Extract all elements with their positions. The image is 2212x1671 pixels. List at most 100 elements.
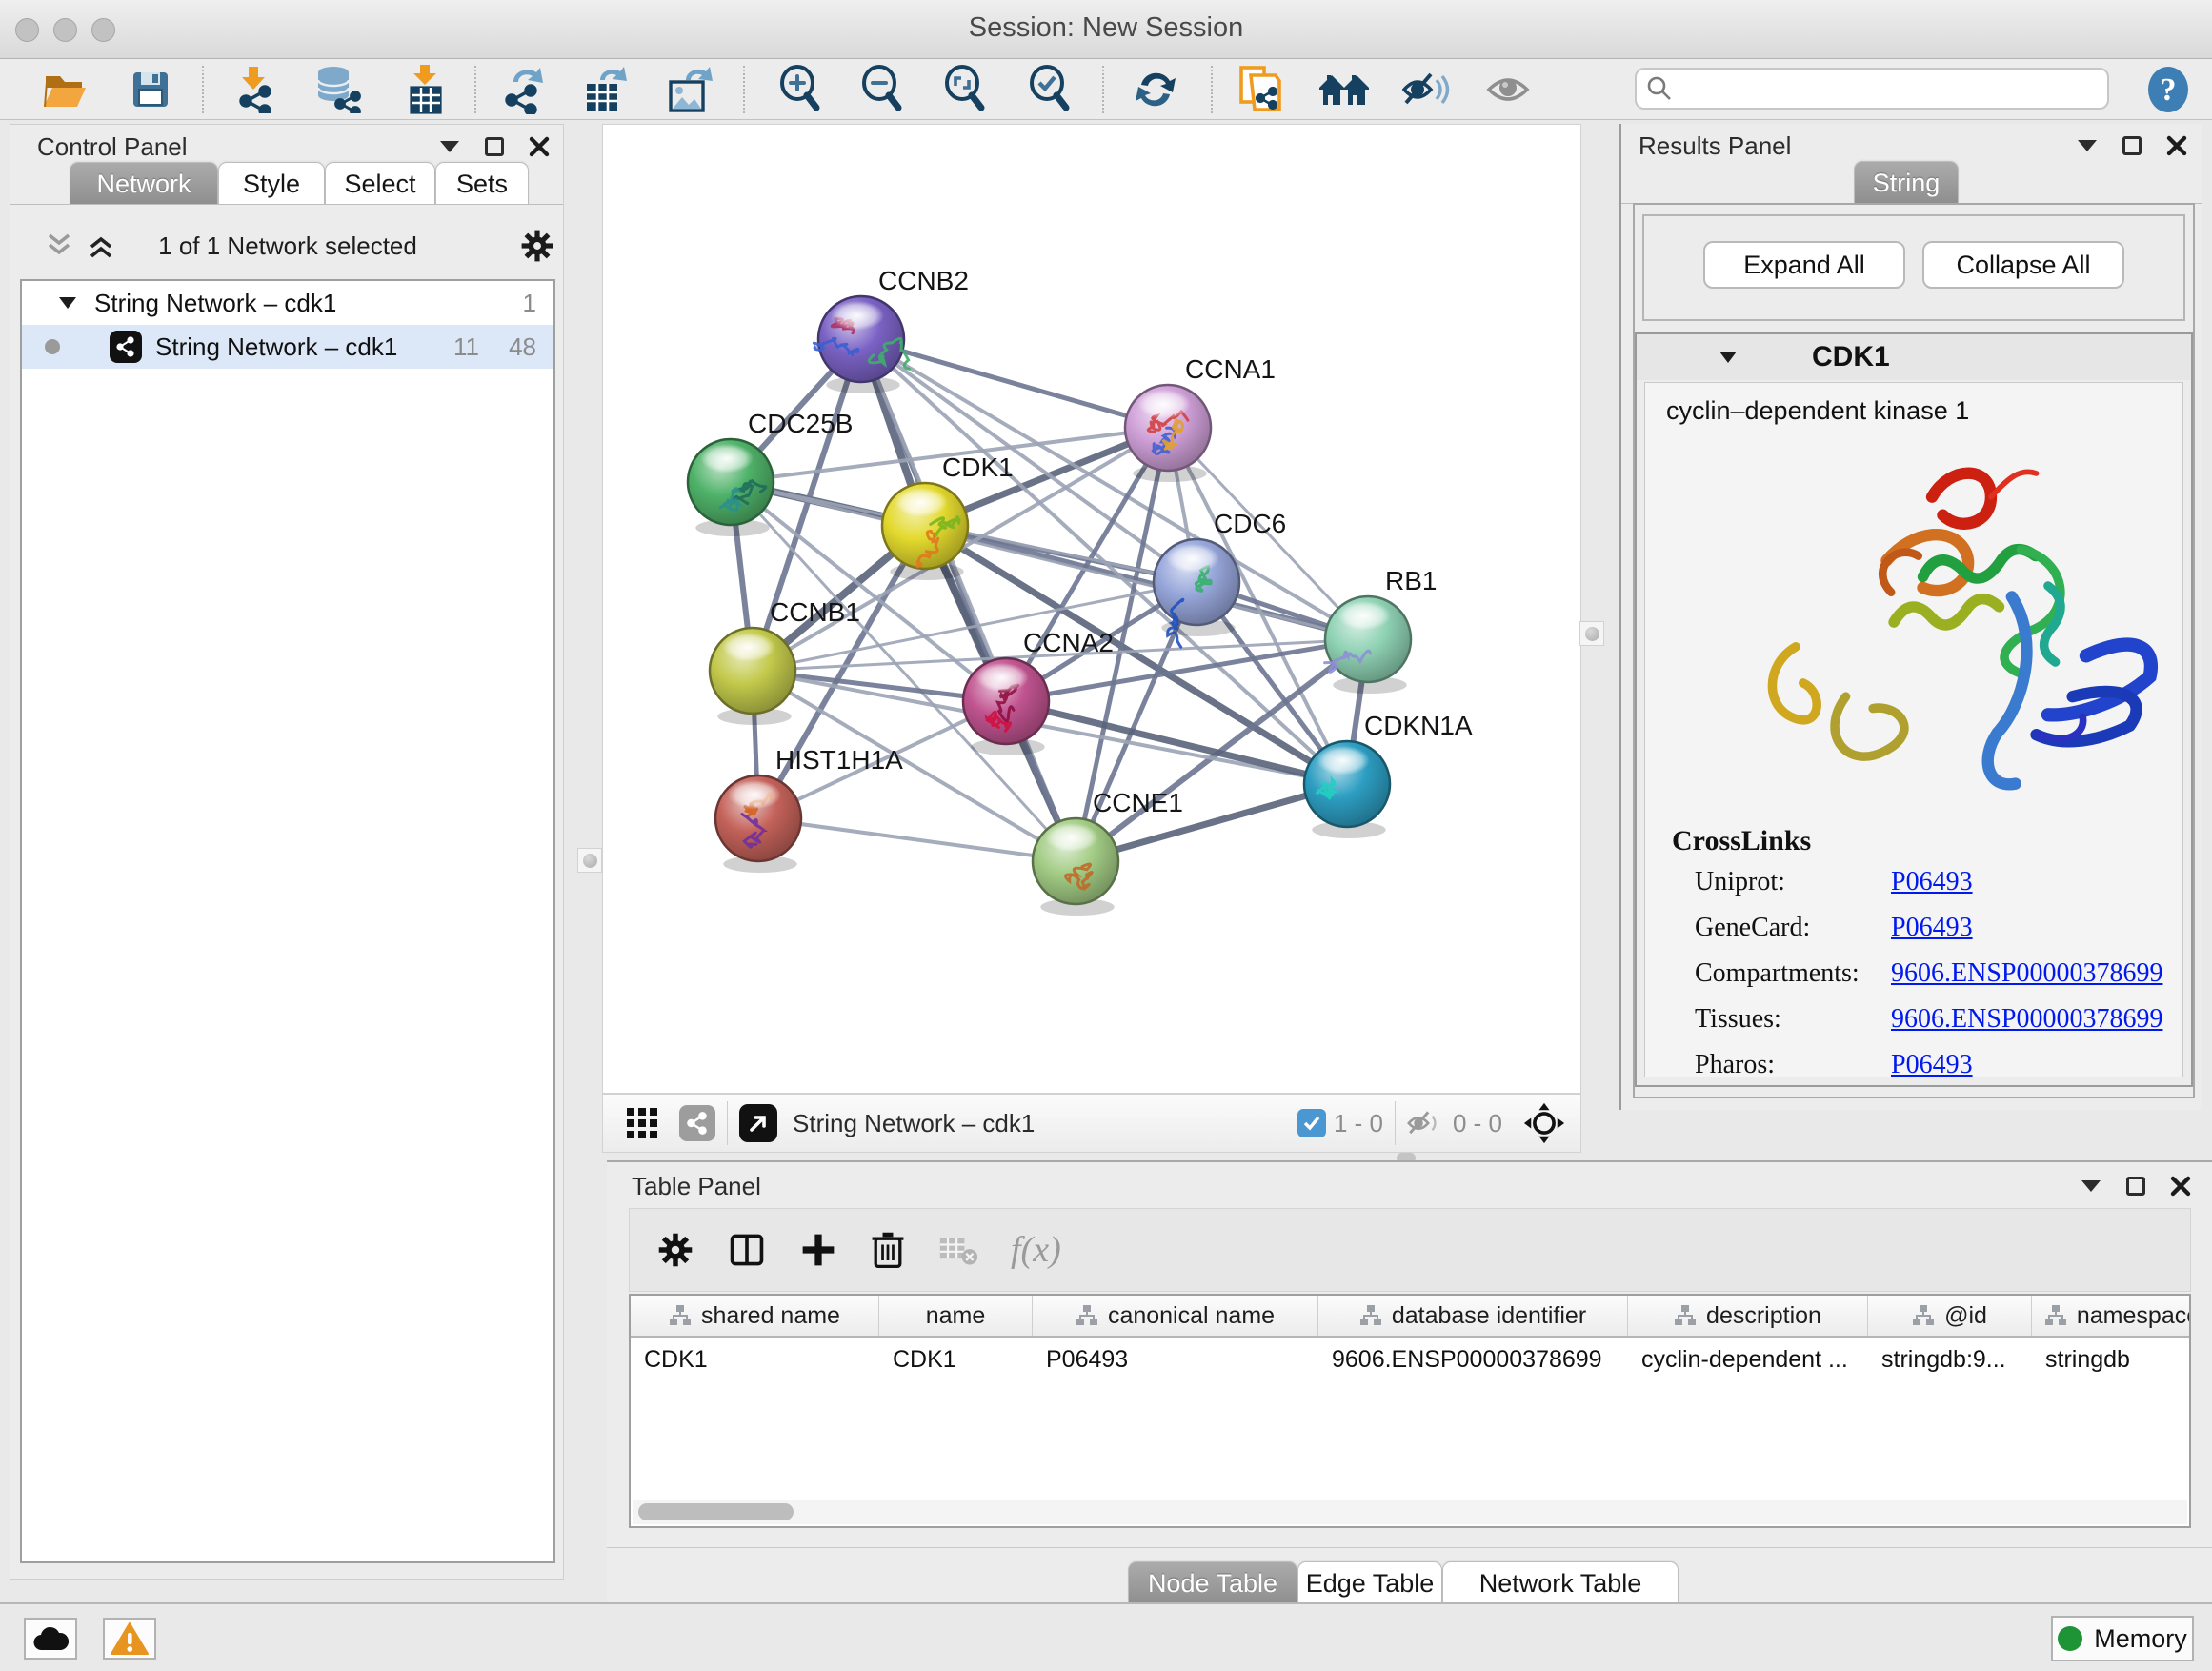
table-cell[interactable]: CDK1 — [879, 1338, 1033, 1381]
tab-network-table[interactable]: Network Table — [1442, 1561, 1679, 1603]
panel-menu-icon[interactable] — [2081, 1179, 2101, 1193]
table-type-tabs: Node Table Edge Table Network Table — [607, 1547, 2212, 1604]
memory-button[interactable]: Memory — [2051, 1616, 2194, 1661]
export-network-button[interactable] — [497, 65, 551, 114]
expand-all-button[interactable]: Expand All — [1703, 241, 1905, 289]
selected-node-edge-count: 1 - 0 — [1334, 1109, 1383, 1138]
crosslink-value-link[interactable]: P06493 — [1891, 867, 1973, 897]
help-button[interactable]: ? — [2142, 65, 2195, 114]
selected-items-checkbox[interactable] — [1297, 1109, 1326, 1137]
zoom-in-button[interactable] — [774, 65, 827, 114]
section-collapse-icon[interactable] — [1719, 351, 1738, 364]
import-table-icon — [402, 65, 448, 114]
float-panel-icon[interactable] — [485, 137, 504, 156]
table-options-gear-icon[interactable] — [656, 1231, 694, 1269]
panel-menu-icon[interactable] — [439, 140, 460, 153]
network-node-CCNA1[interactable] — [1125, 385, 1211, 482]
float-panel-icon[interactable] — [2122, 136, 2142, 155]
network-edge[interactable] — [758, 818, 1076, 861]
show-glass-button[interactable] — [1484, 65, 1538, 114]
clone-network-button[interactable] — [1234, 65, 1287, 114]
network-node-CCNA2[interactable] — [963, 658, 1049, 755]
search-input[interactable] — [1673, 74, 2082, 103]
tab-edge-table[interactable]: Edge Table — [1297, 1561, 1442, 1603]
table-row[interactable]: CDK1CDK1P064939606.ENSP00000378699cyclin… — [631, 1338, 2189, 1381]
table-cell[interactable]: stringdb:9... — [1868, 1338, 2032, 1381]
delete-column-icon[interactable] — [870, 1230, 906, 1270]
zoom-selected-button[interactable] — [1023, 65, 1076, 114]
network-node-CDC6[interactable] — [1154, 539, 1239, 647]
network-node-HIST1H1A[interactable] — [715, 775, 801, 873]
network-node-CDC25B[interactable] — [688, 439, 774, 536]
column-header-name[interactable]: name — [879, 1296, 1033, 1336]
home-button[interactable] — [1317, 65, 1371, 114]
network-node-CCNB1[interactable] — [710, 628, 795, 725]
tab-node-table[interactable]: Node Table — [1128, 1561, 1297, 1603]
table-cell[interactable]: stringdb — [2032, 1338, 2191, 1381]
protein-section-header[interactable]: CDK1 — [1637, 334, 2191, 380]
table-cell[interactable]: CDK1 — [631, 1338, 879, 1381]
column-header-shared-name[interactable]: shared name — [631, 1296, 879, 1336]
collapse-all-icon[interactable] — [45, 232, 73, 260]
tree-expand-icon[interactable] — [58, 296, 77, 310]
show-columns-icon[interactable] — [727, 1231, 767, 1269]
network-node-RB1[interactable] — [1325, 596, 1411, 694]
right-splitter-handle[interactable] — [1579, 621, 1604, 646]
network-options-gear-icon[interactable] — [519, 228, 555, 264]
crosslinks-title: CrossLinks — [1672, 825, 2182, 857]
collapse-all-button[interactable]: Collapse All — [1922, 241, 2124, 289]
string-panel-icon[interactable] — [679, 1105, 715, 1141]
refresh-button[interactable] — [1129, 65, 1182, 114]
expand-all-icon[interactable] — [87, 232, 115, 260]
protein-name: CDK1 — [1812, 341, 1890, 373]
open-file-button[interactable] — [38, 65, 91, 114]
import-table-button[interactable] — [398, 65, 452, 114]
column-header-canonical-name[interactable]: canonical name — [1033, 1296, 1318, 1336]
scrollbar-thumb[interactable] — [638, 1503, 794, 1520]
export-image-button[interactable] — [663, 65, 716, 114]
hide-glass-button[interactable] — [1401, 65, 1455, 114]
crosslink-value-link[interactable]: 9606.ENSP00000378699 — [1891, 1004, 2162, 1035]
network-node-CCNE1[interactable] — [1033, 818, 1118, 916]
network-graph[interactable]: CCNB2CCNA1CDC25BCDK1CDC6RB1CCNB1CCNA2CDK… — [603, 125, 1582, 1095]
table-cell[interactable]: P06493 — [1033, 1338, 1318, 1381]
network-node-CDKN1A[interactable] — [1304, 741, 1390, 838]
save-session-button[interactable] — [124, 65, 177, 114]
crosslink-value-link[interactable]: 9606.ENSP00000378699 — [1891, 958, 2162, 989]
column-header-database-identifier[interactable]: database identifier — [1318, 1296, 1628, 1336]
table-horizontal-scrollbar[interactable] — [633, 1500, 2187, 1524]
tab-select[interactable]: Select — [325, 162, 435, 204]
import-network-button[interactable] — [228, 65, 281, 114]
zoom-fit-button[interactable] — [938, 65, 992, 114]
warnings-button[interactable] — [103, 1618, 156, 1660]
pan-crosshair-icon[interactable] — [1523, 1102, 1565, 1144]
export-table-button[interactable] — [578, 65, 632, 114]
close-panel-icon[interactable] — [2170, 1176, 2191, 1197]
network-collection-row[interactable]: String Network – cdk1 1 — [22, 281, 553, 325]
tab-sets[interactable]: Sets — [435, 162, 529, 204]
cloud-button[interactable] — [24, 1618, 77, 1660]
open-in-new-window-icon[interactable] — [739, 1104, 777, 1142]
table-cell[interactable]: 9606.ENSP00000378699 — [1318, 1338, 1628, 1381]
tab-network[interactable]: Network — [70, 162, 218, 204]
function-builder-icon: f(x) — [1011, 1229, 1061, 1271]
network-canvas[interactable]: CCNB2CCNA1CDC25BCDK1CDC6RB1CCNB1CCNA2CDK… — [602, 124, 1581, 1094]
add-column-icon[interactable] — [799, 1231, 837, 1269]
crosslink-value-link[interactable]: P06493 — [1891, 913, 1973, 943]
import-network-from-database-button[interactable] — [311, 65, 364, 114]
column-header--id[interactable]: @id — [1868, 1296, 2032, 1336]
network-row[interactable]: String Network – cdk1 11 48 — [22, 325, 553, 369]
zoom-out-button[interactable] — [855, 65, 909, 114]
column-header-namespace[interactable]: namespace — [2032, 1296, 2191, 1336]
crosslink-value-link[interactable]: P06493 — [1891, 1050, 1973, 1077]
tab-string-results[interactable]: String — [1854, 161, 1959, 203]
table-cell[interactable]: cyclin-dependent ... — [1628, 1338, 1868, 1381]
panel-menu-icon[interactable] — [2077, 139, 2098, 152]
close-panel-icon[interactable] — [2166, 135, 2187, 156]
column-header-description[interactable]: description — [1628, 1296, 1868, 1336]
tab-style[interactable]: Style — [218, 162, 325, 204]
birds-eye-grid-icon[interactable] — [626, 1107, 658, 1139]
left-splitter-handle[interactable] — [577, 848, 602, 873]
float-panel-icon[interactable] — [2126, 1177, 2145, 1196]
close-panel-icon[interactable] — [529, 136, 550, 157]
